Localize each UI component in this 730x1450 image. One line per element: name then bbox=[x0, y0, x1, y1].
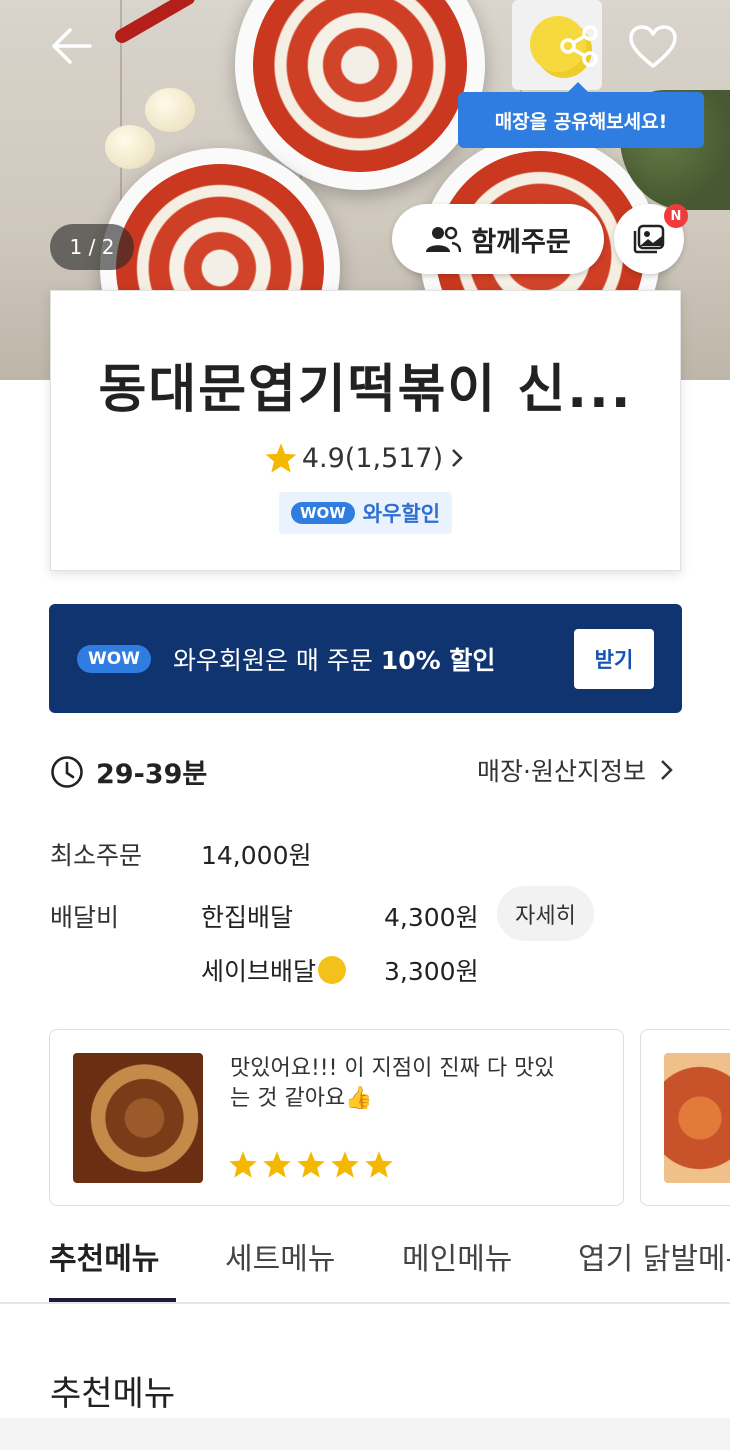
one-house-delivery-label: 한집배달 bbox=[201, 903, 294, 932]
min-order-value: 14,000원 bbox=[201, 841, 312, 870]
review-photo bbox=[664, 1053, 730, 1183]
store-card: 동대문엽기떡볶이 신... 4.9(1,517) WOW 와우할인 bbox=[50, 290, 681, 571]
menu-category-tabs: 추천메뉴 세트메뉴 메인메뉴 엽기 닭발메뉴 bbox=[0, 1226, 730, 1304]
store-origin-info-link[interactable]: 매장·원산지정보 bbox=[477, 752, 676, 788]
garlic bbox=[145, 88, 195, 132]
star-icon bbox=[263, 1151, 291, 1178]
star-icon bbox=[265, 443, 297, 473]
wow-banner-message: 와우회원은 매 주문 10% 할인 bbox=[172, 645, 496, 675]
store-rating: 4.9(1,517) bbox=[301, 442, 444, 474]
share-icon[interactable] bbox=[558, 24, 602, 68]
get-coupon-button[interactable]: 받기 bbox=[574, 628, 654, 689]
save-delivery-price: 3,300원 bbox=[384, 957, 479, 986]
review-photo bbox=[73, 1053, 203, 1183]
min-order-label: 최소주문 bbox=[50, 841, 143, 870]
wow-discount-chip: WOW 와우할인 bbox=[278, 492, 453, 534]
one-house-delivery-price: 4,300원 bbox=[384, 903, 479, 932]
section-divider bbox=[0, 1418, 730, 1450]
delivery-fee-label: 배달비 bbox=[50, 903, 120, 932]
back-arrow-icon[interactable] bbox=[50, 26, 94, 66]
rating-link[interactable]: 4.9(1,517) bbox=[51, 442, 680, 474]
save-delivery-label: 세이브배달 bbox=[201, 952, 347, 988]
wow-discount-label: 와우할인 bbox=[362, 502, 441, 526]
share-tooltip[interactable]: 매장을 공유해보세요! bbox=[458, 82, 704, 148]
chevron-right-icon bbox=[452, 449, 463, 467]
clock-icon bbox=[51, 755, 83, 788]
star-icon bbox=[297, 1151, 325, 1178]
wow-membership-banner[interactable]: WOW 와우회원은 매 주문 10% 할인 받기 bbox=[49, 604, 682, 713]
chili-pepper bbox=[112, 0, 198, 46]
delivery-time-value: 29-39분 bbox=[96, 759, 208, 790]
save-delivery-icon bbox=[318, 956, 347, 984]
delivery-fee-detail-button[interactable]: 자세히 bbox=[497, 886, 594, 941]
tab-recommended[interactable]: 추천메뉴 bbox=[49, 1234, 159, 1278]
tab-chicken-feet-menu[interactable]: 엽기 닭발메뉴 bbox=[578, 1234, 730, 1278]
review-stars bbox=[228, 1150, 394, 1179]
wow-tag: WOW bbox=[77, 644, 151, 673]
garlic bbox=[105, 125, 155, 169]
group-order-label: 함께주문 bbox=[471, 226, 571, 258]
store-name: 동대문엽기떡볶이 신... bbox=[98, 360, 633, 420]
wow-tag: WOW bbox=[290, 502, 355, 524]
star-icon bbox=[229, 1151, 257, 1178]
group-order-button[interactable]: 함께주문 bbox=[392, 204, 604, 274]
tab-set-menu[interactable]: 세트메뉴 bbox=[225, 1234, 335, 1278]
review-text: 맛있어요!!! 이 지점이 진짜 다 맛있는 것 같아요👍 bbox=[230, 1056, 555, 1111]
origin-link-label: 매장·원산지정보 bbox=[477, 757, 646, 786]
heart-icon[interactable] bbox=[628, 24, 678, 70]
chevron-right-icon bbox=[661, 760, 673, 780]
star-icon bbox=[331, 1151, 359, 1178]
photo-counter: 1 / 2 bbox=[50, 224, 134, 270]
section-title: 추천메뉴 bbox=[50, 1374, 176, 1414]
group-icon bbox=[426, 226, 462, 253]
new-badge: N bbox=[664, 204, 688, 228]
review-card[interactable] bbox=[640, 1029, 730, 1206]
tab-main-menu[interactable]: 메인메뉴 bbox=[402, 1234, 512, 1278]
photo-review-icon bbox=[633, 224, 665, 254]
star-icon bbox=[365, 1151, 393, 1178]
active-tab-indicator bbox=[49, 1298, 176, 1302]
review-card[interactable]: 맛있어요!!! 이 지점이 진짜 다 맛있는 것 같아요👍 bbox=[49, 1029, 624, 1206]
delivery-time: 29-39분 bbox=[50, 752, 207, 791]
